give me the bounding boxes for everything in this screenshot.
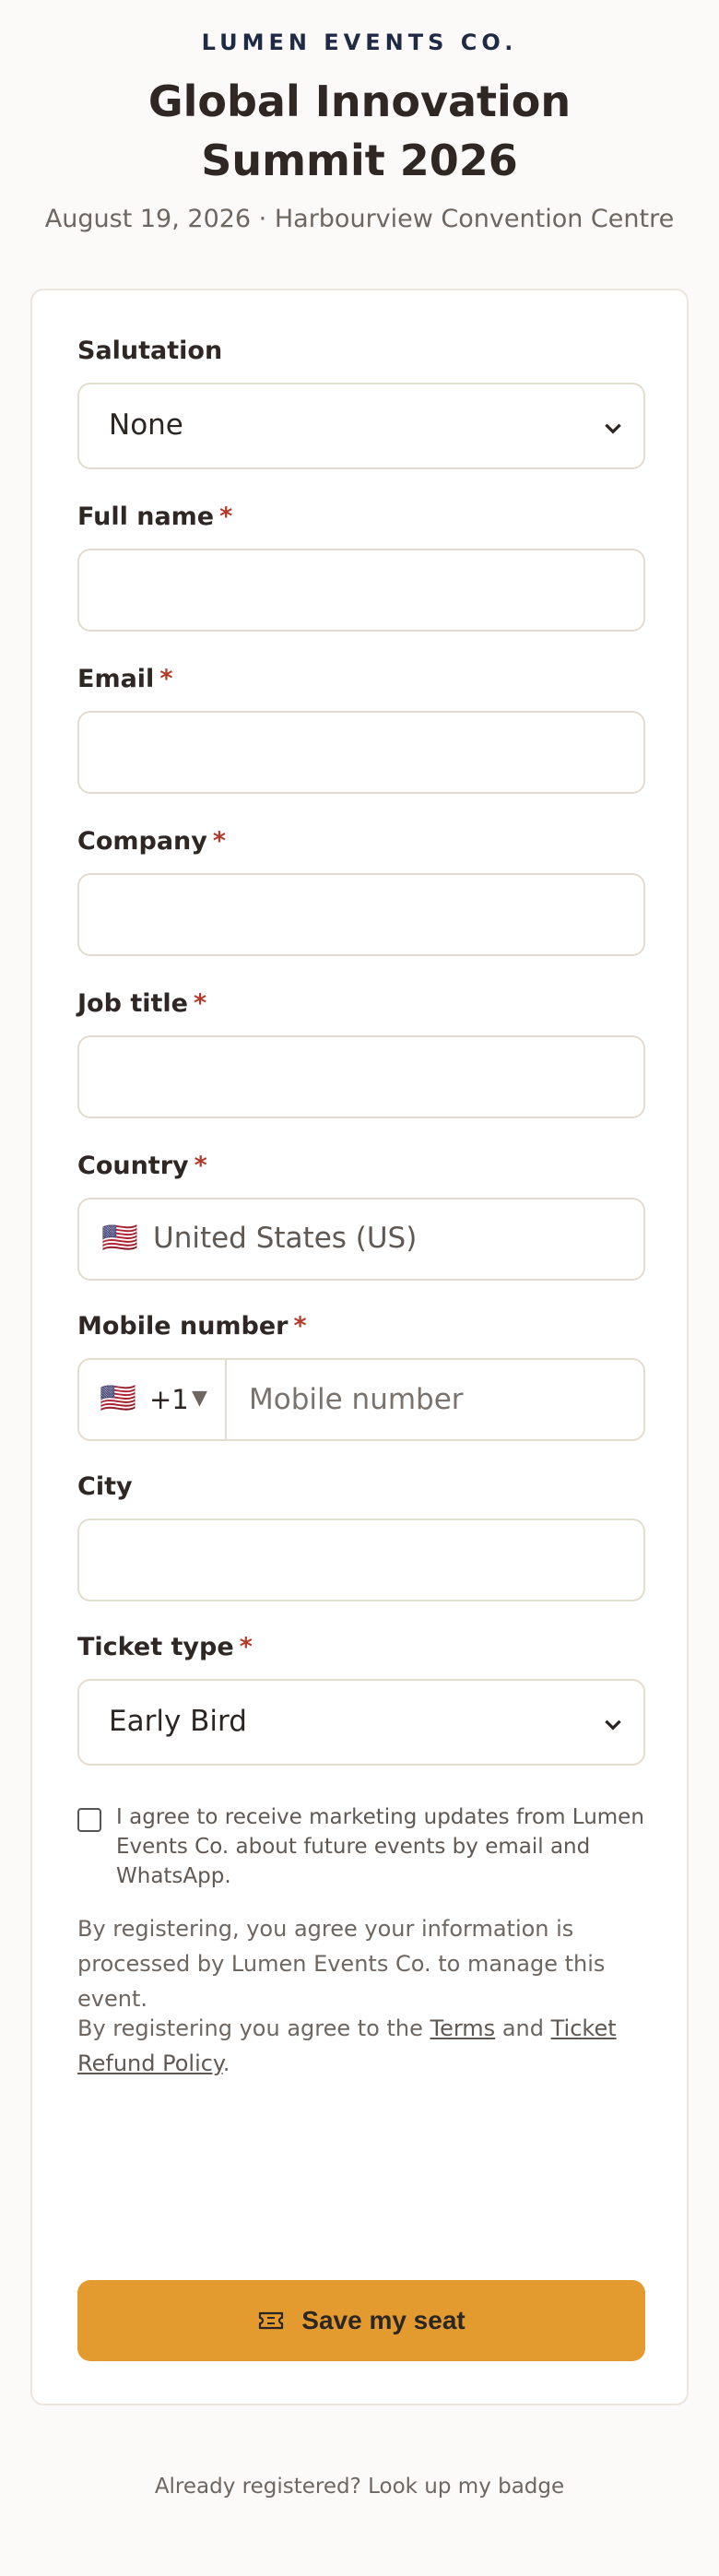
salutation-label: Salutation: [77, 337, 222, 365]
city-input[interactable]: [77, 1518, 645, 1601]
save-my-seat-label: Save my seat: [301, 2306, 466, 2334]
page-title: Global Innovation Summit 2026: [0, 72, 719, 190]
required-marker: *: [293, 1312, 307, 1341]
dial-code: +1: [149, 1384, 189, 1415]
job-title-input[interactable]: [77, 1035, 645, 1118]
email-input[interactable]: [77, 711, 645, 794]
email-label: Email *: [77, 665, 172, 693]
page-title-line-1: Global Innovation: [147, 77, 572, 126]
job-title-label-text: Job title: [77, 989, 188, 1018]
caret-down-icon: ▼: [192, 1387, 207, 1410]
event-subtitle: August 19, 2026 · Harbourview Convention…: [44, 205, 675, 233]
terms-note: By registering you agree to the Terms an…: [77, 2011, 667, 2081]
job-title-label: Job title *: [77, 989, 206, 1018]
email-label-text: Email: [77, 665, 155, 693]
salutation-value: None: [109, 408, 183, 442]
mobile-number-label-text: Mobile number: [77, 1312, 289, 1341]
required-marker: *: [194, 1152, 207, 1180]
country-label: Country *: [77, 1152, 207, 1180]
salutation-select[interactable]: None: [77, 383, 645, 469]
salutation-label-text: Salutation: [77, 337, 223, 365]
dial-code-selector[interactable]: 🇺🇸 +1 ▼: [79, 1360, 227, 1439]
company-label-text: Company: [77, 827, 207, 856]
company-label: Company *: [77, 827, 226, 856]
ticket-type-select[interactable]: Early Bird: [77, 1679, 645, 1766]
terms-link[interactable]: Terms: [430, 2015, 496, 2041]
required-marker: *: [159, 665, 173, 693]
city-label: City: [77, 1472, 133, 1501]
company-input[interactable]: [77, 873, 645, 956]
badge-lookup-link[interactable]: Already registered? Look up my badge: [0, 2475, 719, 2499]
save-my-seat-button[interactable]: Save my seat: [77, 2280, 645, 2361]
terms-note-middle: and: [495, 2015, 551, 2041]
chevron-down-icon: [605, 423, 621, 434]
full-name-label-text: Full name: [77, 502, 215, 531]
us-flag-icon: 🇺🇸: [101, 1220, 138, 1255]
country-label-text: Country: [77, 1152, 189, 1180]
terms-note-suffix: .: [222, 2050, 230, 2076]
city-label-text: City: [77, 1472, 133, 1501]
chevron-down-icon: [605, 1719, 621, 1731]
terms-note-prefix: By registering you agree to the: [77, 2015, 430, 2041]
ticket-icon: [259, 2311, 284, 2330]
brand-name: LUMEN EVENTS CO.: [201, 30, 518, 55]
mobile-number-label: Mobile number *: [77, 1312, 307, 1341]
country-select[interactable]: 🇺🇸 United States (US): [77, 1198, 645, 1281]
mobile-number-input[interactable]: [227, 1360, 643, 1439]
ticket-type-value: Early Bird: [109, 1705, 247, 1738]
full-name-label: Full name *: [77, 502, 232, 531]
registration-form-card: Salutation None Full name * Email * Compan…: [30, 289, 689, 2405]
required-marker: *: [212, 827, 226, 856]
required-marker: *: [239, 1633, 253, 1661]
us-flag-icon: 🇺🇸: [100, 1380, 136, 1415]
full-name-input[interactable]: [77, 549, 645, 632]
required-marker: *: [193, 989, 207, 1018]
ticket-type-label-text: Ticket type: [77, 1633, 234, 1661]
ticket-type-label: Ticket type *: [77, 1633, 253, 1661]
required-marker: *: [219, 502, 233, 531]
marketing-consent-checkbox[interactable]: [77, 1808, 101, 1832]
mobile-number-field: 🇺🇸 +1 ▼: [77, 1358, 645, 1441]
page-title-line-2: Summit 2026: [201, 136, 518, 185]
marketing-consent-text: I agree to receive marketing updates fro…: [116, 1805, 644, 1888]
data-processing-note: By registering, you agree your informati…: [77, 1916, 606, 2012]
country-value: United States (US): [153, 1222, 418, 1255]
